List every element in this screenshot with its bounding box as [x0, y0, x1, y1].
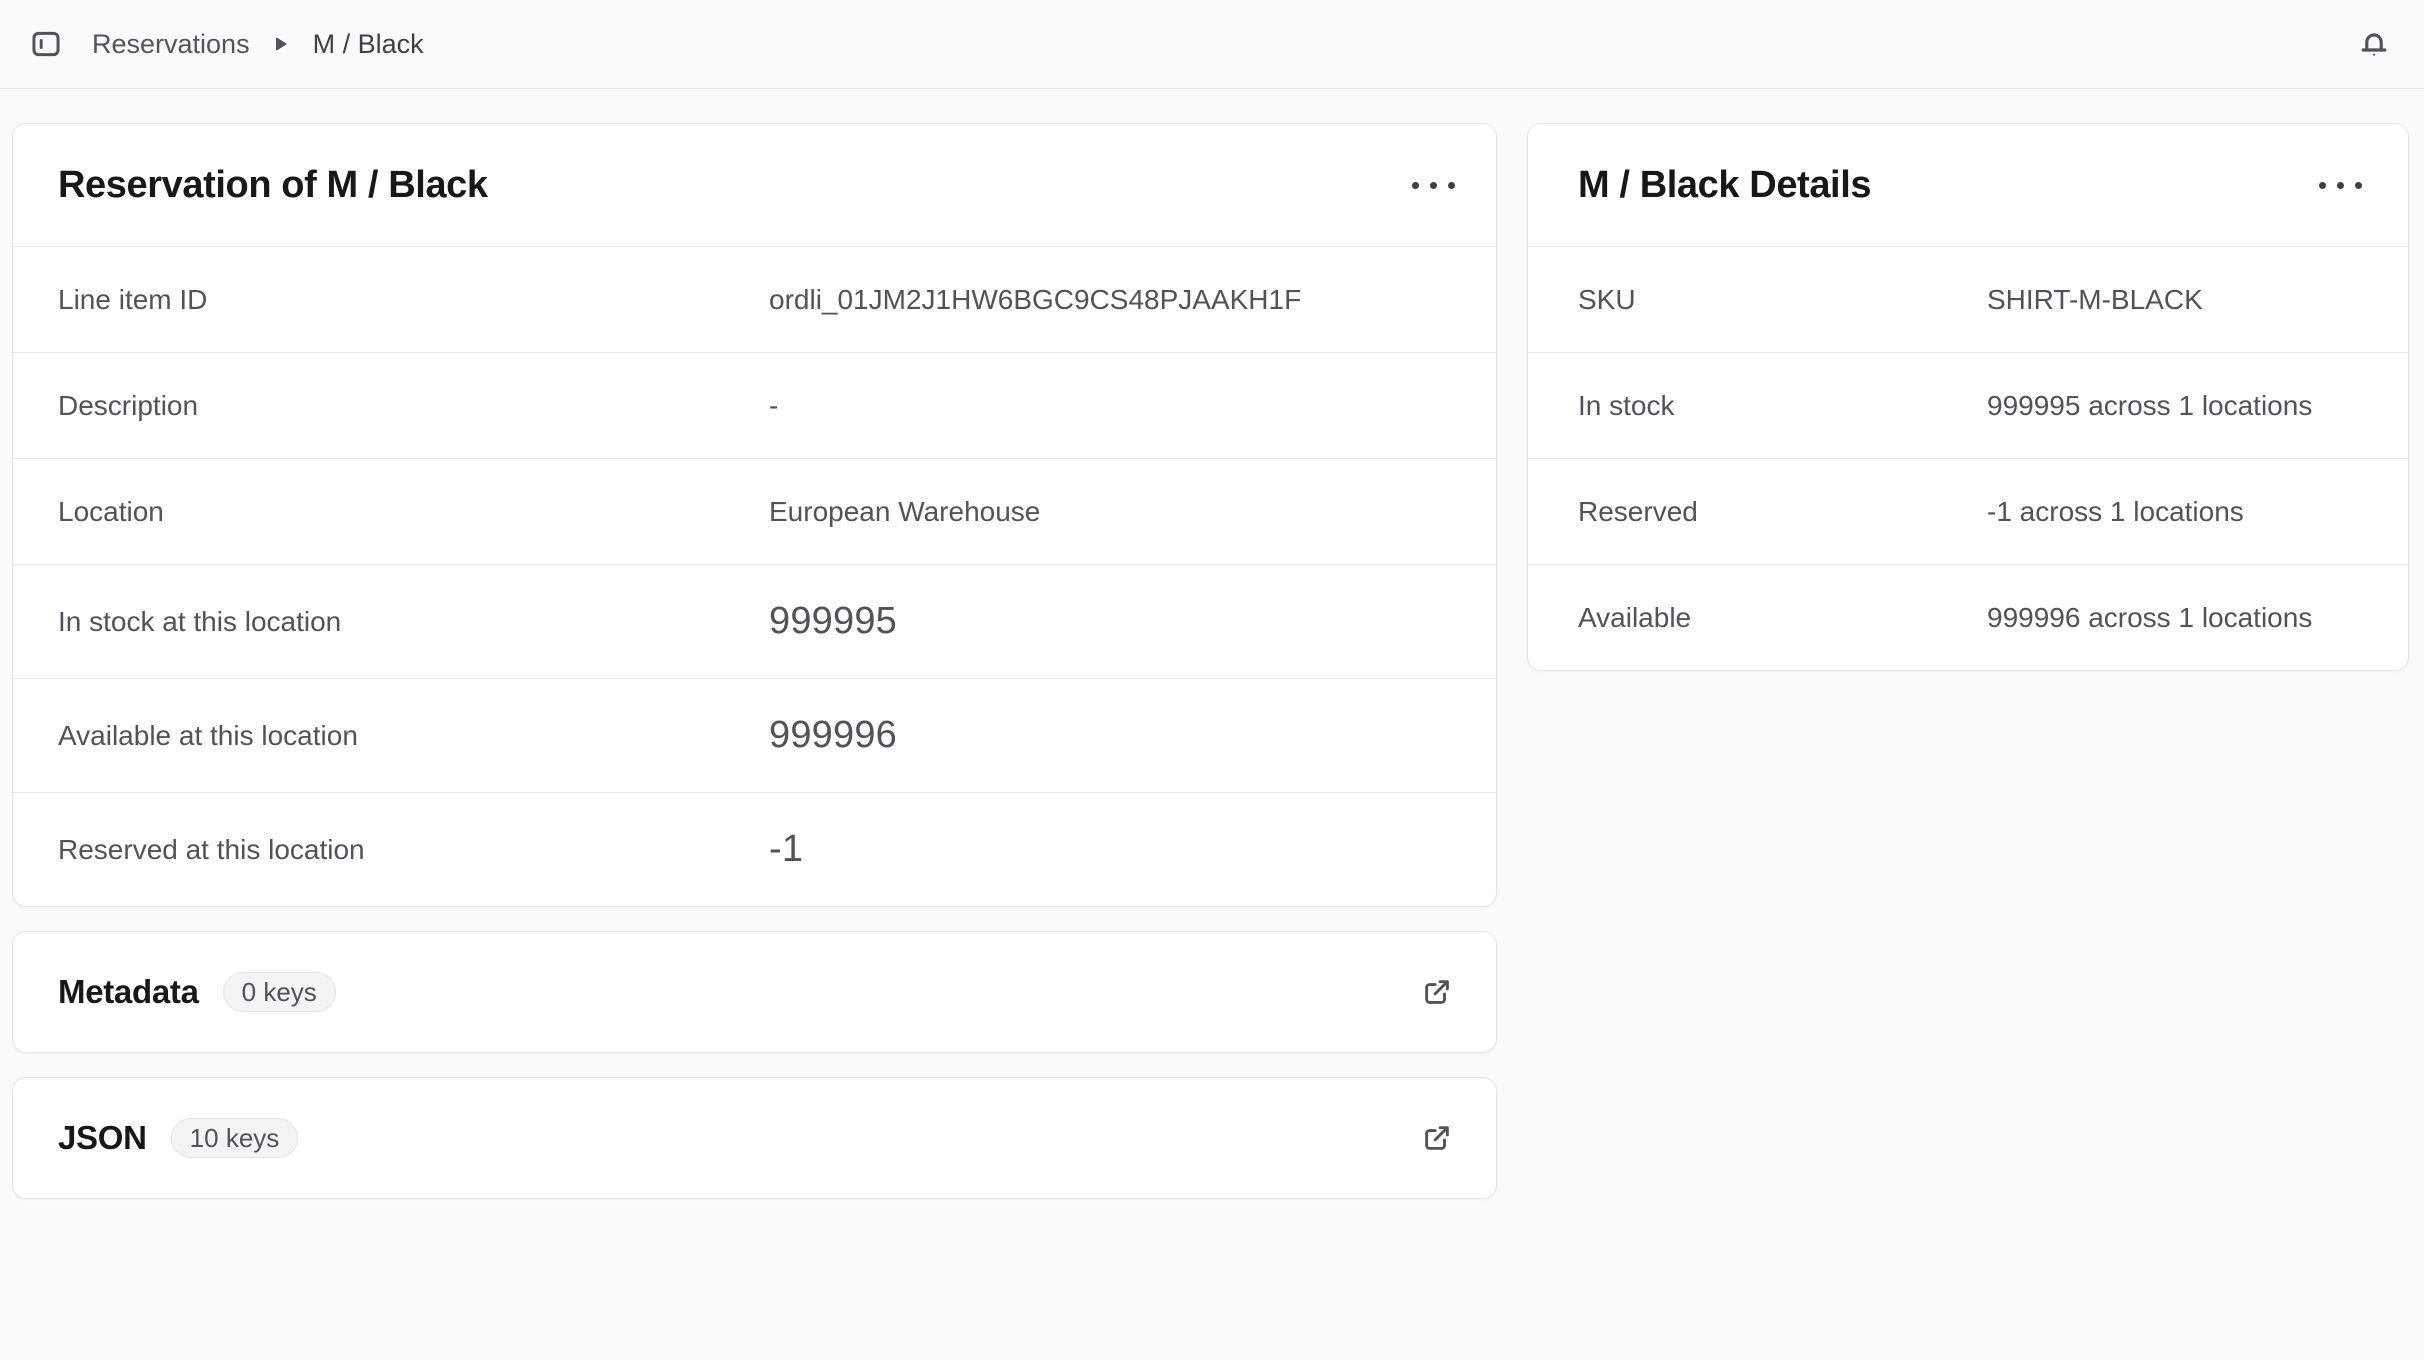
row-label: Available at this location [58, 719, 358, 751]
table-row-in-stock-total: In stock 999995 across 1 locations [1528, 352, 2408, 458]
chevron-right-icon [275, 37, 287, 51]
row-label: SKU [1578, 283, 1636, 315]
row-label: Description [58, 389, 199, 421]
row-value: European Warehouse [769, 495, 1041, 527]
variant-details-menu-button[interactable] [2312, 157, 2368, 213]
row-label: In stock at this location [58, 605, 342, 637]
row-value: 999995 across 1 locations [1987, 389, 2313, 421]
ellipsis-icon [1411, 181, 1455, 189]
side-column: M / Black Details SKU SHIRT-M-BLACK In s… [1527, 123, 2409, 671]
table-row-in-stock: In stock at this location 999995 [13, 564, 1496, 678]
reservation-card-header: Reservation of M / Black [13, 124, 1496, 246]
table-row-available: Available at this location 999996 [13, 678, 1496, 792]
topbar: Reservations M / Black [0, 0, 2424, 89]
row-value: 999995 [769, 600, 898, 642]
table-row-reserved: Reserved at this location -1 [13, 792, 1496, 906]
json-keys-badge: 10 keys [170, 1118, 299, 1158]
row-value: - [769, 389, 779, 421]
breadcrumb: Reservations M / Black [92, 29, 424, 60]
variant-details-card-header: M / Black Details [1528, 124, 2408, 246]
table-row-description: Description - [13, 352, 1496, 458]
external-link-icon [1422, 977, 1452, 1007]
row-label: Line item ID [58, 283, 208, 315]
row-value: ordli_01JM2J1HW6BGC9CS48PJAAKH1F [769, 283, 1302, 315]
json-card: JSON 10 keys [12, 1077, 1497, 1199]
json-card-title: JSON [58, 1119, 147, 1156]
reservation-card-menu-button[interactable] [1405, 157, 1461, 213]
breadcrumb-current-page: M / Black [312, 28, 424, 59]
main-column: Reservation of M / Black Line item ID or… [12, 123, 1497, 1199]
metadata-edit-button[interactable] [1411, 966, 1463, 1018]
row-label: Reserved [1578, 495, 1698, 527]
sidebar-toggle-button[interactable] [20, 18, 72, 70]
variant-details-card: M / Black Details SKU SHIRT-M-BLACK In s… [1527, 123, 2409, 671]
table-row-sku: SKU SHIRT-M-BLACK [1528, 246, 2408, 352]
notifications-button[interactable] [2348, 18, 2400, 70]
row-label: Location [58, 495, 164, 527]
reservation-card-title: Reservation of M / Black [58, 163, 488, 206]
row-value: -1 [769, 828, 804, 870]
variant-details-card-title: M / Black Details [1578, 163, 1872, 206]
external-link-icon [1422, 1123, 1452, 1153]
metadata-card-title: Metadata [58, 973, 199, 1010]
table-row-line-item-id: Line item ID ordli_01JM2J1HW6BGC9CS48PJA… [13, 246, 1496, 352]
row-value: 999996 across 1 locations [1987, 601, 2313, 633]
row-label: In stock [1578, 389, 1675, 421]
json-view-button[interactable] [1411, 1112, 1463, 1164]
row-value: -1 across 1 locations [1987, 495, 2244, 527]
reservation-card: Reservation of M / Black Line item ID or… [12, 123, 1497, 907]
table-row-location: Location European Warehouse [13, 458, 1496, 564]
row-value: 999996 [769, 714, 898, 756]
row-label: Reserved at this location [58, 833, 365, 865]
row-label: Available [1578, 601, 1692, 633]
metadata-keys-badge: 0 keys [222, 972, 336, 1012]
page-content: Reservation of M / Black Line item ID or… [0, 89, 2424, 1199]
table-row-reserved-total: Reserved -1 across 1 locations [1528, 458, 2408, 564]
table-row-available-total: Available 999996 across 1 locations [1528, 564, 2408, 670]
row-value: SHIRT-M-BLACK [1987, 283, 2203, 315]
topbar-left: Reservations M / Black [20, 18, 424, 70]
panel-left-icon [29, 27, 63, 61]
breadcrumb-reservations-link[interactable]: Reservations [92, 29, 250, 60]
bell-icon [2356, 26, 2392, 62]
metadata-card: Metadata 0 keys [12, 931, 1497, 1053]
ellipsis-icon [2318, 181, 2362, 189]
